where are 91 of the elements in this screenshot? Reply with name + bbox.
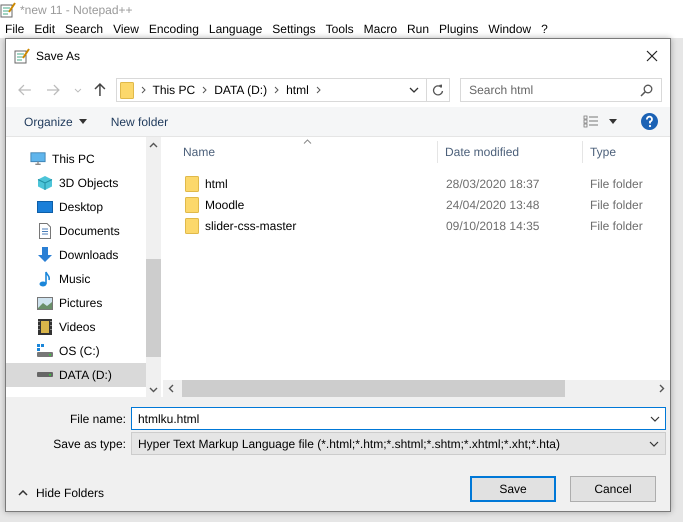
scrollbar[interactable] (146, 137, 161, 397)
tree-item[interactable]: 3D Objects (6, 171, 146, 195)
type-cell: File folder (590, 218, 643, 232)
tree-item[interactable]: Desktop (6, 195, 146, 219)
menu-item[interactable]: Run (404, 22, 436, 36)
tree-item[interactable]: Documents (6, 219, 146, 243)
column-header[interactable]: Type (582, 141, 670, 163)
folder-icon (185, 196, 199, 212)
file-name[interactable]: slider-css-master (205, 218, 296, 232)
caret-icon (78, 119, 87, 124)
window-title: *new 11 - Notepad++ (20, 3, 133, 17)
tree-item[interactable]: Pictures (6, 291, 146, 315)
menu-item[interactable]: Window (485, 22, 538, 36)
film-icon (37, 319, 53, 335)
refresh-icon[interactable] (432, 84, 444, 96)
menu-item[interactable]: Settings (269, 22, 323, 36)
dialog-button[interactable]: Cancel (570, 476, 656, 502)
file-type-dropdown[interactable]: Hyper Text Markup Language file (*.html;*.htm;*.shtml;*.shtm;*.xhtml;*.xht;*.hta) (131, 432, 666, 455)
menu-item[interactable]: Encoding (146, 22, 206, 36)
caret-icon[interactable] (609, 119, 617, 124)
organize-button[interactable]: Organize (18, 112, 93, 130)
scrollbar-thumb[interactable] (146, 259, 161, 357)
folder-icon (185, 176, 199, 192)
close-icon[interactable] (646, 50, 658, 62)
cube-icon (37, 175, 53, 191)
file-name-field[interactable]: htmlku.html (131, 407, 666, 430)
menu-item[interactable]: View (110, 22, 146, 36)
search-field[interactable]: Search html (460, 78, 662, 102)
music-note-icon (37, 271, 53, 287)
up-arrow-icon[interactable] (94, 83, 106, 97)
menu-item[interactable]: File (2, 22, 32, 36)
menu-item[interactable]: Language (206, 22, 270, 36)
field-label: Save as type: (52, 436, 127, 450)
menu-item[interactable]: Edit (31, 22, 62, 36)
menu-item[interactable]: Search (62, 22, 110, 36)
scroll-left-icon[interactable] (168, 384, 174, 393)
chevron-icon (202, 86, 208, 94)
folder-icon (120, 82, 134, 98)
chevron-up-icon (18, 490, 28, 496)
menu-item[interactable]: Tools (322, 22, 361, 36)
dialog-button[interactable]: Save (470, 476, 556, 502)
sort-caret-icon (303, 139, 312, 144)
search-icon (640, 84, 653, 97)
scroll-down-icon[interactable] (149, 387, 158, 393)
hide-folders-button[interactable]: Hide Folders (18, 486, 104, 500)
menu-item[interactable]: ? (538, 22, 555, 36)
breadcrumb-item[interactable]: DATA (D:) (214, 83, 268, 97)
details-view-icon[interactable] (583, 115, 599, 128)
tree-item[interactable]: DATA (D:) (6, 363, 146, 387)
drive-icon (37, 372, 53, 378)
tree-item[interactable]: Music (6, 267, 146, 291)
type-cell: File folder (590, 198, 643, 212)
dialog-title: Save As (36, 49, 80, 63)
type-cell: File folder (590, 176, 643, 190)
folder-icon (185, 218, 199, 234)
date-cell-text: 24/04/2020 13:48 (445, 198, 540, 212)
desktop-icon (37, 200, 53, 214)
breadcrumb-item[interactable]: This PC (152, 83, 196, 97)
drive-icon (37, 344, 53, 358)
dropdown-caret-icon (649, 440, 659, 446)
help-icon[interactable] (641, 113, 658, 130)
menu-item[interactable]: Plugins (436, 22, 486, 36)
notepad-icon (14, 48, 30, 64)
chevron-icon (316, 86, 321, 94)
tree-item[interactable]: This PC (6, 147, 146, 171)
date-cell-text: 28/03/2020 18:37 (445, 176, 540, 190)
date-cell-text: 09/10/2018 14:35 (445, 218, 540, 232)
document-icon (37, 223, 53, 239)
file-name[interactable]: Moodle (205, 198, 244, 212)
dropdown-caret-icon[interactable] (650, 416, 660, 422)
field-label: File name: (68, 412, 127, 426)
picture-icon (37, 296, 53, 310)
menu-item[interactable]: Macro (360, 22, 404, 36)
dropdown-caret-icon[interactable] (409, 87, 420, 93)
computer-icon (30, 151, 46, 167)
column-header[interactable]: Name (163, 141, 437, 163)
chevron-icon (274, 86, 280, 94)
tree-item[interactable]: OS (C:) (6, 339, 146, 363)
breadcrumb-item[interactable]: html (286, 83, 309, 97)
tree-item[interactable]: Videos (6, 315, 146, 339)
scroll-right-icon[interactable] (659, 384, 665, 393)
download-arrow-icon (37, 247, 53, 263)
column-header[interactable]: Date modified (437, 141, 582, 163)
scrollbar-thumb[interactable] (182, 380, 565, 397)
chevron-icon (140, 86, 146, 94)
new-folder-button[interactable]: New folder (104, 112, 174, 130)
file-name[interactable]: html (205, 176, 228, 190)
tree-item[interactable]: Downloads (6, 243, 146, 267)
scroll-up-icon[interactable] (149, 142, 158, 148)
address-bar[interactable]: This PC DATA (D:) html (116, 78, 450, 102)
scrollbar[interactable] (163, 380, 670, 397)
